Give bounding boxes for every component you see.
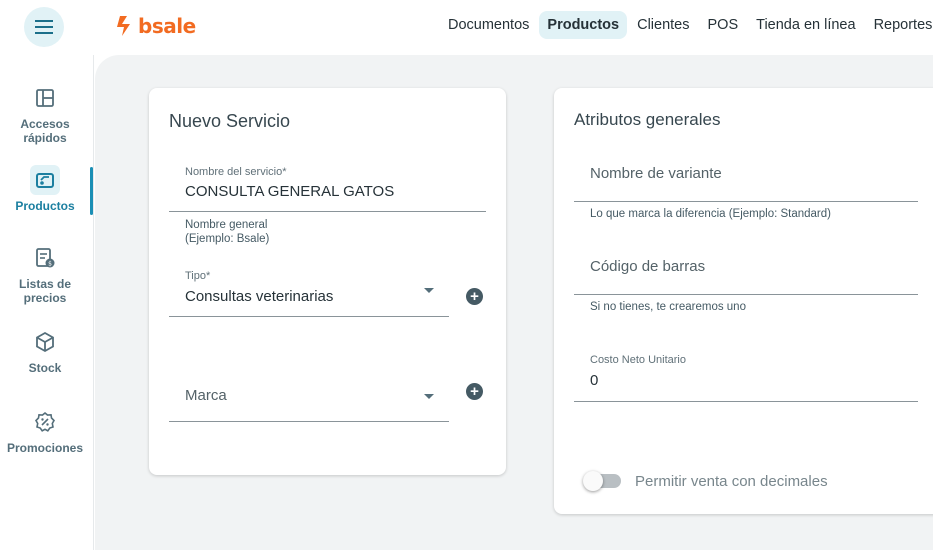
- percent-badge-icon: [30, 407, 60, 437]
- attributes-card-title: Atributos generales: [574, 110, 721, 129]
- barcode-placeholder: Código de barras: [590, 258, 706, 275]
- toggle-knob: [583, 471, 603, 491]
- hamburger-icon: [35, 20, 53, 34]
- sidebar-label-accesos: Accesos rápidos: [20, 117, 70, 145]
- add-brand-button[interactable]: +: [466, 383, 483, 400]
- nav-clientes[interactable]: Clientes: [629, 11, 697, 39]
- product-tag-icon: [30, 165, 60, 195]
- chevron-down-icon: [424, 288, 434, 293]
- menu-button[interactable]: [24, 7, 64, 47]
- brand-placeholder: Marca: [185, 387, 227, 404]
- sidebar-item-stock[interactable]: Stock: [0, 327, 90, 375]
- nav-productos[interactable]: Productos: [539, 11, 628, 39]
- chevron-down-icon: [424, 394, 434, 399]
- unit-cost-field[interactable]: Costo Neto Unitario 0: [574, 351, 918, 402]
- type-select[interactable]: Tipo* Consultas veterinarias: [169, 268, 449, 317]
- content-area: Nuevo Servicio Nombre del servicio* CONS…: [95, 55, 933, 550]
- sidebar-item-listas-de-precios[interactable]: $ Listas de precios: [0, 243, 90, 305]
- nav-tienda-en-linea[interactable]: Tienda en línea: [748, 11, 863, 39]
- sidebar-item-productos[interactable]: Productos: [0, 165, 90, 213]
- general-name-help: Nombre general (Ejemplo: Bsale): [185, 219, 270, 245]
- sidebar: Accesos rápidos Productos $ Listas de prec…: [0, 55, 94, 550]
- variant-name-placeholder: Nombre de variante: [590, 165, 722, 182]
- barcode-helper: Si no tienes, te crearemos uno: [590, 301, 746, 313]
- grid-icon: [30, 83, 60, 113]
- sidebar-item-accesos-rapidos[interactable]: Accesos rápidos: [0, 83, 90, 145]
- attributes-card: Atributos generales Nombre de variante L…: [554, 88, 933, 514]
- price-list-icon: $: [30, 243, 60, 273]
- add-type-button[interactable]: +: [466, 288, 483, 305]
- service-name-field[interactable]: Nombre del servicio* CONSULTA GENERAL GA…: [169, 164, 486, 212]
- active-indicator: [90, 167, 93, 215]
- sidebar-label-stock: Stock: [28, 361, 62, 375]
- brand-name: bsale: [138, 14, 196, 38]
- main-nav: Documentos Productos Clientes POS Tienda…: [440, 11, 933, 39]
- variant-name-field[interactable]: Nombre de variante: [574, 153, 918, 202]
- service-name-value[interactable]: CONSULTA GENERAL GATOS: [185, 183, 394, 200]
- type-value: Consultas veterinarias: [185, 288, 334, 305]
- bsale-logo-icon: [117, 16, 130, 36]
- unit-cost-value[interactable]: 0: [590, 372, 598, 389]
- variant-helper: Lo que marca la diferencia (Ejemplo: Sta…: [590, 208, 831, 220]
- decimals-toggle-label: Permitir venta con decimales: [635, 473, 828, 490]
- unit-cost-label: Costo Neto Unitario: [590, 354, 686, 366]
- service-name-label: Nombre del servicio*: [185, 166, 287, 178]
- brand-logo[interactable]: bsale: [116, 14, 196, 38]
- decimals-toggle[interactable]: [583, 471, 621, 491]
- box-icon: [30, 327, 60, 357]
- sidebar-label-listas: Listas de precios: [18, 277, 72, 305]
- nav-documentos[interactable]: Documentos: [440, 11, 537, 39]
- brand-select[interactable]: Marca: [169, 370, 449, 422]
- barcode-field[interactable]: Código de barras: [574, 246, 918, 295]
- sidebar-label-productos: Productos: [15, 199, 75, 213]
- sidebar-label-promociones: Promociones: [6, 441, 84, 455]
- nav-pos[interactable]: POS: [700, 11, 747, 39]
- service-card: Nuevo Servicio Nombre del servicio* CONS…: [149, 88, 506, 475]
- sidebar-item-promociones[interactable]: Promociones: [0, 407, 90, 455]
- top-bar: bsale Documentos Productos Clientes POS …: [0, 0, 933, 55]
- service-card-title: Nuevo Servicio: [169, 111, 291, 131]
- nav-reportes[interactable]: Reportes: [866, 11, 933, 39]
- svg-text:$: $: [48, 261, 52, 268]
- type-label: Tipo*: [185, 270, 211, 282]
